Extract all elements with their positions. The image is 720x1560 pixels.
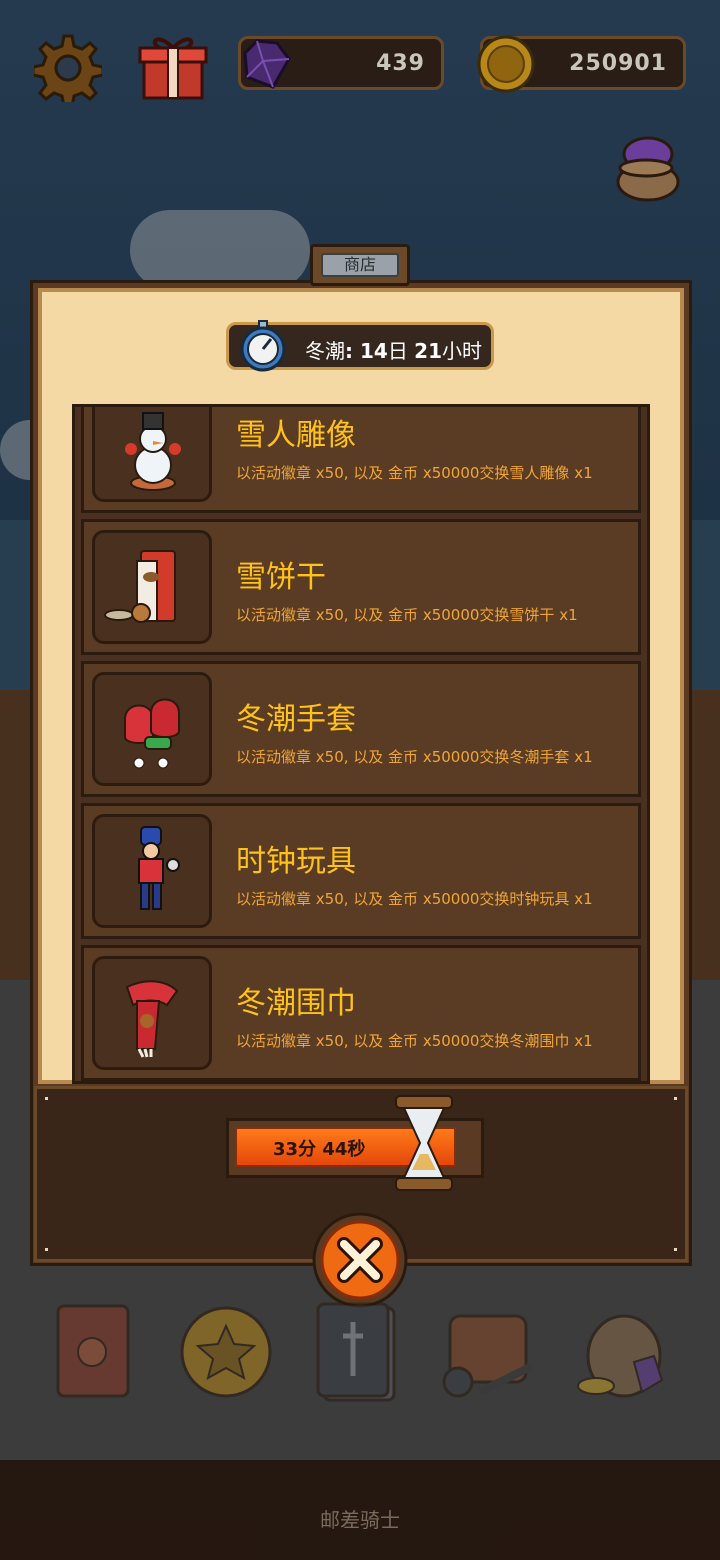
nav-card-icon[interactable]: [308, 1296, 408, 1406]
decor-dot: [45, 1097, 48, 1100]
decor-dot: [674, 1097, 677, 1100]
decor-dot: [674, 1248, 677, 1251]
nav-coin-icon[interactable]: [176, 1296, 276, 1406]
item-description: 以活动徽章 x50, 以及 金币 x50000交换雪人雕像 x1: [236, 464, 593, 482]
shop-title-plaque: 商店: [310, 244, 410, 286]
gift-box-icon[interactable]: [138, 30, 208, 102]
shop-title: 商店: [321, 253, 399, 277]
item-slot: [92, 814, 212, 928]
shop-item-row[interactable]: 雪饼干 以活动徽章 x50, 以及 金币 x50000交换雪饼干 x1: [81, 519, 641, 655]
item-name: 雪饼干: [236, 560, 326, 595]
shop-item-row[interactable]: 雪人雕像 以活动徽章 x50, 以及 金币 x50000交换雪人雕像 x1: [81, 407, 641, 513]
gem-icon: [243, 39, 291, 89]
snowman-icon: [125, 412, 181, 491]
item-slot: [92, 956, 212, 1070]
toy-soldier-icon: [138, 826, 180, 910]
item-slot: [92, 672, 212, 786]
close-button[interactable]: [310, 1210, 410, 1310]
item-slot: [92, 407, 212, 502]
shop-item-row[interactable]: 冬潮手套 以活动徽章 x50, 以及 金币 x50000交换冬潮手套 x1: [81, 661, 641, 797]
gem-count: 439: [376, 51, 425, 76]
scarf-icon: [125, 980, 179, 1058]
item-slot: [92, 530, 212, 644]
refresh-countdown: 33分 44秒: [273, 1139, 366, 1160]
game-title-footer: 邮差骑士: [320, 1508, 400, 1532]
hourglass-icon: [395, 1095, 453, 1191]
item-description: 以活动徽章 x50, 以及 金币 x50000交换冬潮手套 x1: [236, 748, 593, 766]
settings-gear-icon[interactable]: [34, 34, 102, 102]
event-timer: 冬潮: 14日 21小时: [226, 320, 494, 372]
item-description: 以活动徽章 x50, 以及 金币 x50000交换冬潮围巾 x1: [236, 1032, 593, 1050]
item-description: 以活动徽章 x50, 以及 金币 x50000交换时钟玩具 x1: [236, 890, 593, 908]
cookie-bag-icon: [104, 550, 176, 623]
gem-counter: 439: [238, 36, 444, 90]
event-timer-text: 冬潮: 14日 21小时: [305, 339, 483, 363]
item-name: 雪人雕像: [236, 418, 356, 453]
nav-bag-icon[interactable]: [440, 1296, 540, 1406]
nav-treasure-sack-icon[interactable]: [572, 1296, 672, 1406]
coin-counter: 250901: [477, 35, 686, 93]
item-name: 冬潮围巾: [236, 986, 356, 1021]
item-name: 冬潮手套: [236, 702, 356, 737]
gem-sack-icon[interactable]: [612, 132, 682, 202]
decor-dot: [45, 1248, 48, 1251]
item-description: 以活动徽章 x50, 以及 金币 x50000交换雪饼干 x1: [236, 606, 578, 624]
coin-count: 250901: [569, 51, 667, 76]
shop-item-row[interactable]: 冬潮围巾 以活动徽章 x50, 以及 金币 x50000交换冬潮围巾 x1: [81, 945, 641, 1081]
item-name: 时钟玩具: [236, 844, 356, 879]
mittens-icon: [124, 698, 180, 769]
stopwatch-icon: [240, 320, 286, 372]
gold-coin-icon: [477, 35, 535, 93]
nav-book-icon[interactable]: [44, 1296, 144, 1406]
shop-item-list[interactable]: 雪人雕像 以活动徽章 x50, 以及 金币 x50000交换雪人雕像 x1 雪饼…: [72, 404, 650, 1084]
shop-item-row[interactable]: 时钟玩具 以活动徽章 x50, 以及 金币 x50000交换时钟玩具 x1: [81, 803, 641, 939]
